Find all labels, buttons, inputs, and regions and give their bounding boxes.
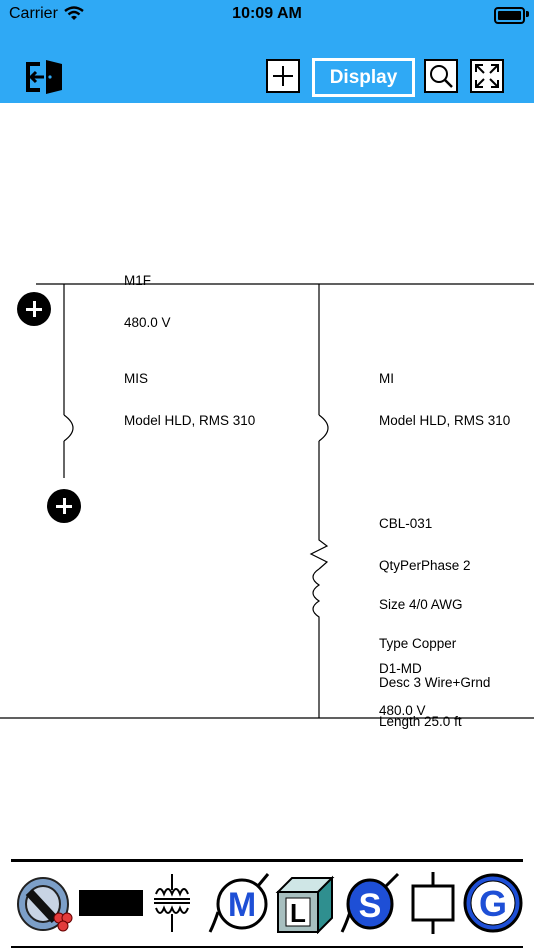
bottom-bus-name: D1-MD xyxy=(379,661,422,676)
cable-resistor-symbol xyxy=(309,526,329,570)
left-branch-label[interactable]: MIS Model HLD, RMS 310 xyxy=(124,346,255,453)
motor-tool-icon[interactable]: M xyxy=(206,872,272,934)
load-tool-icon[interactable]: L xyxy=(274,872,336,934)
svg-text:M: M xyxy=(228,886,256,924)
cable-size: Size 4/0 AWG xyxy=(379,597,463,612)
status-bar: Carrier 10:09 AM xyxy=(0,0,534,30)
exit-door-icon[interactable] xyxy=(24,58,66,96)
left-branch-detail: Model HLD, RMS 310 xyxy=(124,413,256,428)
bus-tool-icon[interactable] xyxy=(78,872,144,934)
top-bus-label[interactable]: M1F 480.0 V xyxy=(124,248,171,355)
svg-text:S: S xyxy=(359,887,382,925)
expand-icon xyxy=(475,64,499,88)
battery-tip xyxy=(526,11,529,17)
fullscreen-button[interactable] xyxy=(470,59,504,93)
bottom-bus-label[interactable]: D1-MD 480.0 V xyxy=(379,636,426,743)
palette-top-border xyxy=(11,859,523,862)
right-breaker-symbol xyxy=(318,414,329,442)
transformer-tool-icon[interactable] xyxy=(148,872,196,934)
right-branch-detail: Model HLD, RMS 310 xyxy=(379,413,511,428)
switch-tool-icon[interactable]: S xyxy=(338,872,404,934)
one-line-diagram-canvas[interactable]: M1F 480.0 V MIS Model HLD, RMS 310 MI Mo… xyxy=(0,103,534,858)
cable-id: CBL-031 xyxy=(379,516,433,531)
search-button[interactable] xyxy=(424,59,458,93)
left-branch-name: MIS xyxy=(124,371,149,386)
display-button[interactable]: Display xyxy=(312,58,415,97)
cable-inductor-symbol xyxy=(312,568,321,718)
top-bus-name: M1F xyxy=(124,273,151,288)
top-bar: Carrier 10:09 AM Display xyxy=(0,0,534,103)
palette-bottom-border xyxy=(11,946,523,948)
add-node-button-top[interactable] xyxy=(17,292,51,326)
battery-icon xyxy=(494,7,525,24)
svg-text:G: G xyxy=(479,883,507,924)
add-node-button-left[interactable] xyxy=(47,489,81,523)
cable-qty: QtyPerPhase 2 xyxy=(379,558,471,573)
top-bus-voltage: 480.0 V xyxy=(124,315,171,330)
right-branch-label[interactable]: MI Model HLD, RMS 310 xyxy=(379,346,510,453)
breaker-tool-icon[interactable] xyxy=(408,872,458,934)
generator-tool-icon[interactable]: G xyxy=(462,872,524,934)
cable-tool-icon[interactable] xyxy=(15,872,75,934)
status-time: 10:09 AM xyxy=(232,5,302,22)
bottom-bus-voltage: 480.0 V xyxy=(379,703,426,718)
add-element-button[interactable] xyxy=(266,59,300,93)
search-icon xyxy=(430,65,453,88)
right-branch-name: MI xyxy=(379,371,394,386)
svg-text:L: L xyxy=(290,898,306,928)
plus-icon xyxy=(273,66,293,86)
left-breaker-symbol xyxy=(63,414,74,442)
